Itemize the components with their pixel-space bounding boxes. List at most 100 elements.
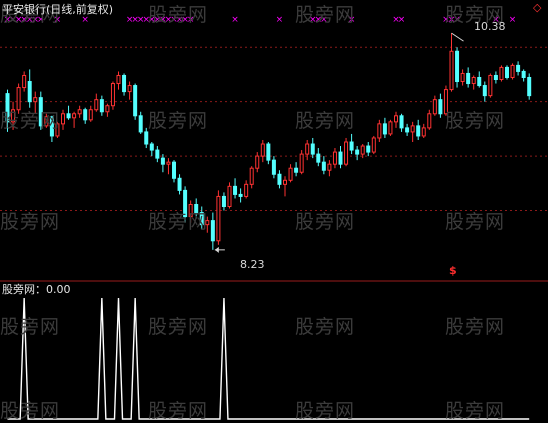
candle [227, 182, 232, 209]
candle [349, 133, 354, 155]
candle [377, 119, 382, 142]
cross-marker: × [231, 15, 239, 25]
candle [94, 93, 99, 112]
candle [427, 109, 432, 130]
candle [133, 83, 138, 120]
candle [172, 160, 176, 183]
candle [410, 121, 415, 142]
candle [449, 33, 454, 92]
candle [493, 71, 498, 84]
candle [27, 69, 32, 108]
candle [332, 148, 337, 169]
candle [310, 137, 315, 159]
high-pointer [451, 32, 464, 42]
candle [388, 119, 393, 136]
candle [122, 73, 127, 96]
cross-marker: × [37, 15, 45, 25]
candle [355, 146, 360, 161]
candle [521, 69, 526, 82]
chart-title: 平安银行(日线,前复权) [2, 3, 114, 16]
candle [116, 71, 121, 90]
candle [399, 113, 404, 132]
candle [11, 101, 16, 130]
candle [61, 109, 65, 130]
candle [477, 71, 482, 88]
candle [44, 113, 49, 128]
candle [488, 73, 493, 98]
diamond-icon[interactable]: ◇ [533, 1, 541, 14]
cross-marker: × [320, 15, 328, 25]
signal-marker: $ [449, 264, 457, 277]
cross-marker: × [453, 15, 461, 25]
candle [244, 180, 249, 199]
candle [188, 200, 193, 223]
candle [210, 212, 215, 250]
candle [482, 81, 487, 102]
candle [144, 127, 149, 149]
candle [77, 105, 82, 118]
candle [405, 123, 410, 136]
cross-marker: × [81, 15, 89, 25]
candle [294, 162, 299, 177]
candle [394, 111, 398, 128]
candle [99, 95, 104, 116]
candle [277, 170, 282, 189]
candle [443, 85, 448, 116]
candle [38, 91, 43, 130]
price-annotations [214, 32, 464, 253]
candle [16, 83, 21, 114]
candle [366, 142, 371, 157]
candle [83, 107, 88, 124]
candle [266, 142, 271, 165]
candle [22, 71, 27, 92]
candle [438, 93, 443, 118]
candle [5, 89, 10, 132]
high-price-label: 10.38 [474, 20, 506, 33]
candle [238, 188, 243, 203]
candle [316, 148, 321, 167]
candle [160, 154, 165, 173]
candle [271, 156, 276, 179]
candle [260, 139, 265, 163]
candle [138, 111, 143, 134]
candle [416, 119, 421, 140]
candle [305, 139, 310, 161]
candle [466, 67, 471, 88]
candle [127, 81, 132, 100]
candle [105, 103, 110, 117]
cross-marker: × [348, 15, 356, 25]
cross-marker: × [509, 15, 517, 25]
candle [516, 61, 521, 76]
candlestick-series [5, 33, 532, 250]
indicator-line [7, 297, 530, 420]
candle [421, 123, 426, 138]
candle [55, 121, 60, 138]
candle [33, 91, 38, 114]
candle [205, 216, 210, 233]
chart-canvas: ××××××× × × ×××××××××××× × × ××× × ×× ××× × × [0, 15, 548, 420]
candle [233, 178, 238, 199]
candle [471, 75, 476, 90]
candle [499, 65, 504, 82]
candle [283, 176, 287, 197]
candle [110, 81, 115, 110]
candle [255, 152, 260, 173]
candle [344, 137, 349, 167]
candle [221, 192, 226, 211]
cross-marker: × [276, 15, 284, 25]
low-price-label: 8.23 [240, 258, 265, 271]
candle [66, 105, 71, 120]
candle [505, 65, 509, 80]
indicator-series [7, 297, 530, 420]
candle [49, 115, 54, 142]
candle [455, 47, 460, 88]
candle [288, 164, 293, 183]
candle [371, 135, 376, 155]
candle [88, 105, 93, 122]
candle [166, 158, 171, 175]
candle [194, 198, 199, 219]
candle [321, 156, 326, 175]
cross-marker-row: ××××××× × × ×××××××××××× × × ××× × ×× ××× × × [4, 15, 517, 25]
cross-marker: × [54, 15, 62, 25]
low-arrow [214, 246, 219, 253]
